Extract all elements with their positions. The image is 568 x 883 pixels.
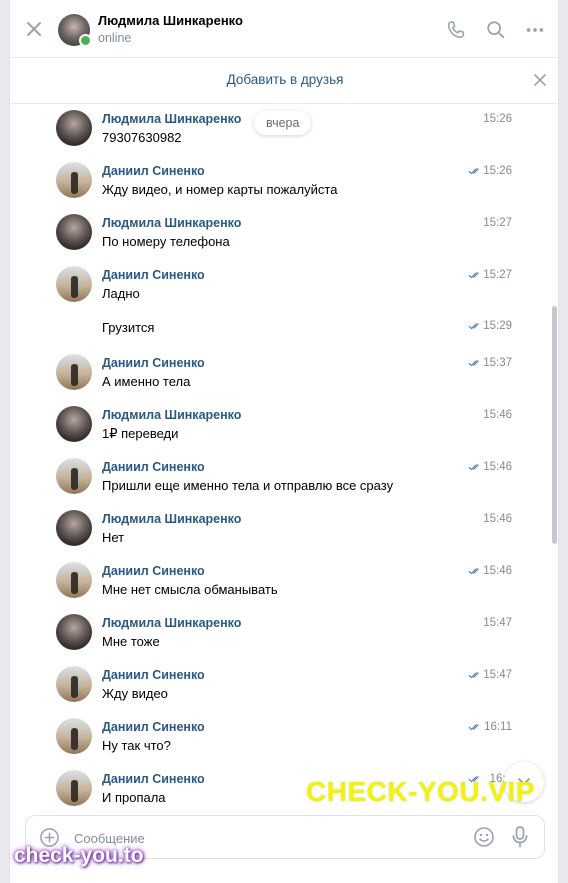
close-icon[interactable]: [24, 19, 44, 39]
scrollbar-thumb[interactable]: [552, 306, 557, 544]
message-time: 15:47: [483, 617, 512, 629]
message-author[interactable]: Людмила Шинкаренко: [102, 408, 241, 422]
read-check-icon: [468, 464, 479, 471]
author-avatar[interactable]: [56, 354, 92, 390]
message-text: Пришли еще именно тела и отправлю все ср…: [102, 478, 394, 493]
message-time: 15:26: [483, 165, 512, 177]
author-avatar[interactable]: [56, 614, 92, 650]
message-text: А именно тела: [102, 374, 191, 389]
message-time: 15:46: [483, 513, 512, 525]
author-avatar[interactable]: [56, 770, 92, 806]
message-time: 15:46: [483, 461, 512, 473]
message-author[interactable]: Даниил Синенко: [102, 772, 205, 786]
author-avatar[interactable]: [56, 458, 92, 494]
message-time: 16:11: [484, 721, 512, 733]
read-check-icon: [468, 568, 479, 575]
author-avatar[interactable]: [56, 406, 92, 442]
read-check-icon: [468, 168, 479, 175]
author-avatar[interactable]: [56, 266, 92, 302]
message-time: 15:46: [483, 565, 512, 577]
peer-avatar[interactable]: [58, 14, 92, 47]
message-text: Жду видео: [102, 686, 168, 701]
message-author[interactable]: Даниил Синенко: [102, 164, 205, 178]
message-time: 15:29: [483, 320, 512, 332]
author-avatar[interactable]: [56, 214, 92, 250]
message-history[interactable]: Людмила Шинкаренко 79307630982 15:26 Дан…: [10, 104, 558, 814]
author-avatar[interactable]: [56, 666, 92, 702]
watermark-main: CHECK-YOU.VIP: [306, 776, 535, 807]
message-text: Мне нет смысла обманывать: [102, 582, 278, 597]
message-text: Ладно: [102, 286, 140, 301]
emoji-icon[interactable]: [473, 826, 495, 848]
message-author[interactable]: Даниил Синенко: [102, 668, 205, 682]
message-time: 15:26: [483, 113, 512, 125]
peer-name[interactable]: Людмила Шинкаренко: [98, 13, 243, 28]
message-text: Ну так что?: [102, 738, 171, 753]
message-text: И пропала: [102, 790, 166, 805]
watermark-corner: check-you.to: [14, 844, 144, 867]
read-check-icon: [468, 360, 479, 367]
message-text: Жду видео, и номер карты пожалуйста: [102, 182, 338, 197]
author-avatar[interactable]: [56, 718, 92, 754]
dismiss-icon[interactable]: [533, 73, 547, 87]
read-check-icon: [468, 272, 479, 279]
add-friend-bar: Добавить в друзья: [10, 58, 558, 104]
online-indicator: [79, 34, 92, 47]
message-text: Нет: [102, 530, 125, 545]
message-text: Мне тоже: [102, 634, 160, 649]
author-avatar[interactable]: [56, 162, 92, 198]
search-icon[interactable]: [485, 19, 507, 41]
message-text: 1₽ переведи: [102, 426, 179, 441]
message-author[interactable]: Людмила Шинкаренко: [102, 112, 241, 126]
read-check-icon: [468, 672, 479, 679]
peer-status: online: [98, 31, 132, 45]
phone-icon[interactable]: [445, 19, 467, 41]
message-author[interactable]: Даниил Синенко: [102, 720, 205, 734]
message-author[interactable]: Людмила Шинкаренко: [102, 216, 241, 230]
chat-header: Людмила Шинкаренко online: [10, 0, 558, 58]
author-avatar[interactable]: [56, 562, 92, 598]
message-author[interactable]: Даниил Синенко: [102, 356, 205, 370]
message-author[interactable]: Даниил Синенко: [102, 268, 205, 282]
message-author[interactable]: Людмила Шинкаренко: [102, 512, 241, 526]
message-time: 15:27: [483, 269, 512, 281]
author-avatar[interactable]: [56, 110, 92, 146]
message-author[interactable]: Людмила Шинкаренко: [102, 616, 241, 630]
message-text: По номеру телефона: [102, 234, 230, 249]
add-friend-button[interactable]: Добавить в друзья: [10, 72, 558, 87]
message-text: 79307630982: [102, 130, 182, 145]
message-time: 15:37: [483, 357, 512, 369]
microphone-icon[interactable]: [510, 825, 530, 849]
read-check-icon: [468, 724, 479, 731]
message-author[interactable]: Даниил Синенко: [102, 564, 205, 578]
message-time: 15:46: [483, 409, 512, 421]
message-time: 15:47: [483, 669, 512, 681]
more-icon[interactable]: [524, 19, 546, 41]
author-avatar[interactable]: [56, 510, 92, 546]
message-time: 15:27: [483, 217, 512, 229]
message-text: Грузится: [102, 320, 155, 335]
date-separator: вчера: [254, 111, 312, 135]
chat-window: Людмила Шинкаренко online Добавить в дру…: [9, 0, 559, 883]
read-check-icon: [468, 323, 479, 330]
message-author[interactable]: Даниил Синенко: [102, 460, 205, 474]
